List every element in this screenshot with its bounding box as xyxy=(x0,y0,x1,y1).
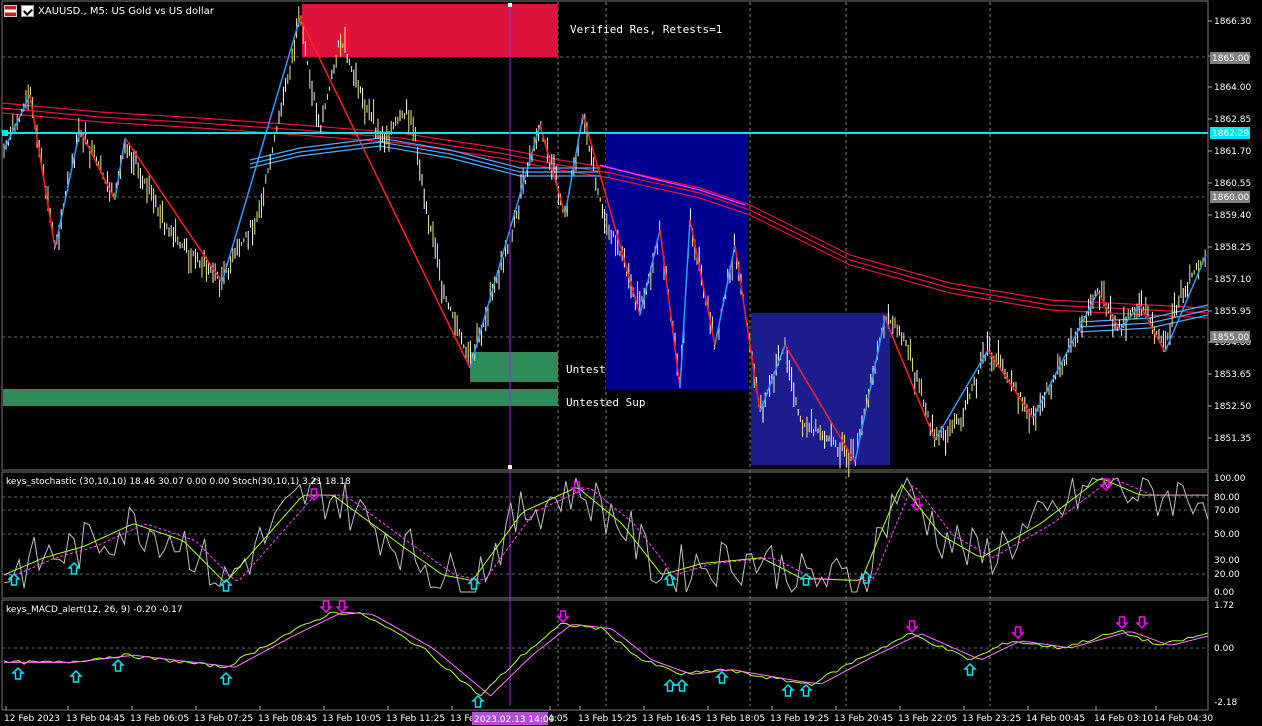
level-left-marker[interactable] xyxy=(2,130,8,136)
price-tick-label: 1860.55 xyxy=(1214,179,1251,189)
stoch-tick-label: 80.00 xyxy=(1214,493,1240,503)
price-tick-label: 1855.95 xyxy=(1214,307,1251,317)
price-tick-label: 1859.40 xyxy=(1214,211,1251,221)
time-tick-label: 13 Feb 20:45 xyxy=(834,714,893,724)
price-tag-label: 1865.00 xyxy=(1212,54,1249,64)
time-tick-label: 13 Feb 06:05 xyxy=(130,714,189,724)
zone-label-resistance: Verified Res, Retests=1 xyxy=(570,23,722,36)
time-tick-label: 13 Feb 08:45 xyxy=(258,714,317,724)
stoch-tick-label: 20.00 xyxy=(1214,570,1240,580)
price-tag-label: 1862.29 xyxy=(1212,129,1249,139)
checkbox-icon[interactable] xyxy=(21,5,34,17)
crosshair-handle-top[interactable] xyxy=(508,3,512,7)
time-tick-label: 13 Feb 07:25 xyxy=(194,714,253,724)
price-tick-label: 1861.70 xyxy=(1214,147,1251,157)
time-tick-label: 13 Feb 19:25 xyxy=(770,714,829,724)
stoch-tick-label: 50.00 xyxy=(1214,530,1240,540)
time-tick-label: 13 Feb 22:05 xyxy=(898,714,957,724)
time-tick-label: 13 Feb 15:25 xyxy=(578,714,637,724)
support-zone-2[interactable] xyxy=(3,389,558,406)
price-tick-label: 1853.65 xyxy=(1214,370,1251,380)
price-tag-label: 1860.00 xyxy=(1212,193,1249,203)
price-tag-label: 1855.00 xyxy=(1212,333,1249,343)
time-tick-label: 13 Feb 23:25 xyxy=(962,714,1021,724)
time-tick-label: 14 Feb 00:45 xyxy=(1026,714,1085,724)
stoch-tick-label: 70.00 xyxy=(1214,506,1240,516)
macd-tick-label: -2.18 xyxy=(1214,698,1238,708)
symbol-flag-icon[interactable] xyxy=(4,5,17,17)
macd-title: keys_MACD_alert(12, 26, 9) -0.20 -0.17 xyxy=(6,605,183,615)
macd-panel[interactable] xyxy=(1,599,1209,711)
stochastic-title: keys_stochastic (30,10,10) 18.46 30.07 0… xyxy=(6,477,351,487)
price-tick-label: 1866.30 xyxy=(1214,17,1251,27)
time-tick-label: 13 Fe xyxy=(450,714,475,724)
time-tick-label: 13 Feb 16:45 xyxy=(642,714,701,724)
zone-label-support-2: Untested Sup xyxy=(566,396,645,409)
macd-tick-label: 1.72 xyxy=(1214,601,1234,611)
stoch-tick-label: 100.00 xyxy=(1214,474,1246,484)
support-zone-1[interactable] xyxy=(470,352,558,382)
trading-chart[interactable]: Verified Res, Retests=1 Untested Sup Unt… xyxy=(0,0,1262,726)
stochastic-axis: 100.00 80.00 70.00 50.00 30.00 20.00 0.00 xyxy=(1214,474,1246,598)
price-tick-label: 1858.25 xyxy=(1214,243,1251,253)
price-tick-label: 1864.00 xyxy=(1214,83,1251,93)
price-tick-label: 1857.10 xyxy=(1214,275,1251,285)
stochastic-panel[interactable] xyxy=(1,471,1209,599)
price-tick-label: 1862.85 xyxy=(1214,115,1251,125)
price-tick-label: 1851.35 xyxy=(1214,434,1251,444)
time-cursor-label: 2023.02.13 14:00 xyxy=(474,715,555,725)
window-title-bar: XAUUSD., M5: US Gold vs US dollar xyxy=(4,3,214,19)
time-tick-label: 12 Feb 2023 xyxy=(4,714,60,724)
time-tick-label: 13 Feb 18:05 xyxy=(706,714,765,724)
crosshair-handle-bottom[interactable] xyxy=(508,465,512,469)
blue-zone-2[interactable] xyxy=(751,313,890,465)
macd-axis: 1.72 0.00 -2.18 xyxy=(1214,601,1238,708)
symbol-title: XAUUSD., M5: US Gold vs US dollar xyxy=(38,5,214,17)
price-tick-label: 1852.50 xyxy=(1214,402,1251,412)
stoch-tick-label: 0.00 xyxy=(1214,588,1234,598)
time-tick-label: 13 Feb 11:25 xyxy=(386,714,445,724)
time-tick-label: 13 Feb 04:45 xyxy=(66,714,125,724)
stoch-tick-label: 30.00 xyxy=(1214,556,1240,566)
price-axis: 1866.301865.151864.001862.851861.701860.… xyxy=(1208,17,1251,444)
macd-tick-label: 0.00 xyxy=(1214,644,1234,654)
time-tick-label: 14 Feb 04:30 xyxy=(1154,714,1213,724)
time-tick-label: 13 Feb 10:05 xyxy=(322,714,381,724)
time-tick-label: 14 Feb 03:10 xyxy=(1094,714,1153,724)
